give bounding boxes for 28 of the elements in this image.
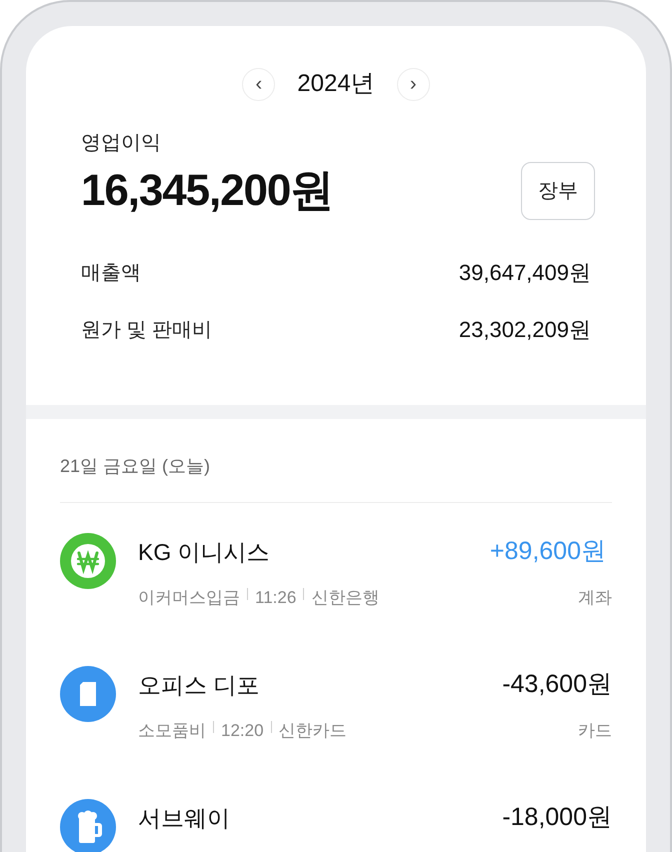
summary-value: 23,302,209원 [458, 316, 591, 344]
previous-year-button[interactable]: ‹ [242, 68, 276, 100]
year-title: 2024년 [297, 69, 375, 99]
transaction-amount: +89,600원 [490, 536, 606, 567]
summary-label: 원가 및 판매비 [81, 318, 212, 342]
merchant-name: 서브웨이 [138, 804, 230, 832]
transaction-row[interactable]: KG 이니시스 +89,600원 이커머스입금 11:26 신한은행 계좌 [60, 533, 612, 610]
summary-value: 39,647,409원 [458, 259, 591, 287]
transaction-detail: 이커머스입금 [138, 586, 240, 608]
transaction-amount: -18,000원 [502, 802, 612, 833]
payment-method: 카드 [578, 720, 612, 742]
transaction-detail: 신한카드 [278, 720, 347, 742]
transaction-detail: 소모품비 [138, 720, 206, 742]
transaction-row[interactable]: 서브웨이 -18,000원 [60, 799, 612, 852]
merchant-name: KG 이니시스 [138, 538, 270, 566]
transaction-detail: 11:26 [255, 586, 296, 608]
next-year-button[interactable]: › [396, 68, 430, 100]
summary-label: 매출액 [81, 260, 141, 286]
merchant-name: 오피스 디포 [138, 670, 260, 700]
payment-method: 계좌 [578, 586, 612, 608]
transaction-row[interactable]: 오피스 디포 -43,600원 소모품비 12:20 신한카드 카드 [60, 666, 612, 743]
ledger-button[interactable]: 장부 [521, 162, 595, 220]
operating-profit-label: 영업이익 [81, 131, 162, 156]
transaction-detail: 신한은행 [311, 586, 380, 608]
day-header: 21일 금요일 (오늘) [60, 453, 612, 503]
transaction-amount: -43,600원 [502, 669, 612, 700]
operating-profit-amount: 16,345,200원 [81, 165, 334, 217]
transaction-detail: 12:20 [221, 720, 264, 742]
